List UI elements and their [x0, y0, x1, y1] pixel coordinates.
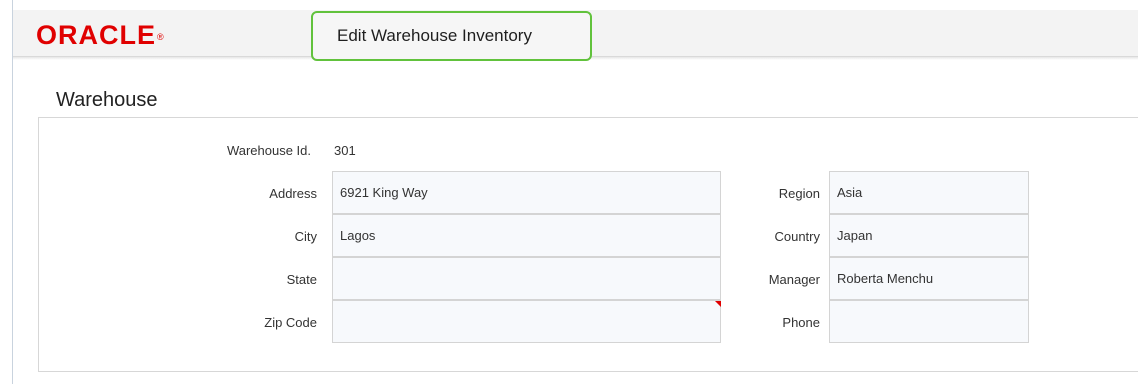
phone-label: Phone [782, 315, 820, 330]
country-input[interactable] [829, 214, 1029, 257]
region-label: Region [778, 186, 820, 201]
error-indicator-icon [715, 301, 721, 307]
zip-code-input[interactable] [332, 300, 721, 343]
city-label: City [294, 229, 317, 244]
warehouse-id-value: 301 [334, 143, 356, 158]
warehouse-id-label: Warehouse Id. [226, 143, 311, 158]
page-title: Edit Warehouse Inventory [337, 26, 532, 45]
manager-input[interactable] [829, 257, 1029, 300]
logo-text: ORACLE [36, 20, 156, 50]
state-input[interactable] [332, 257, 721, 300]
address-label: Address [269, 186, 317, 201]
logo-registered-mark: ® [157, 32, 165, 42]
page-title-button[interactable]: Edit Warehouse Inventory [311, 11, 592, 61]
zip-code-label: Zip Code [264, 315, 317, 330]
section-title: Warehouse [56, 89, 158, 111]
oracle-logo: ORACLE® [36, 20, 165, 50]
address-input[interactable] [332, 171, 721, 214]
manager-label: Manager [768, 272, 820, 287]
state-label: State [286, 272, 317, 287]
region-input[interactable] [829, 171, 1029, 214]
city-input[interactable] [332, 214, 721, 257]
country-label: Country [774, 229, 820, 244]
phone-input[interactable] [829, 300, 1029, 343]
